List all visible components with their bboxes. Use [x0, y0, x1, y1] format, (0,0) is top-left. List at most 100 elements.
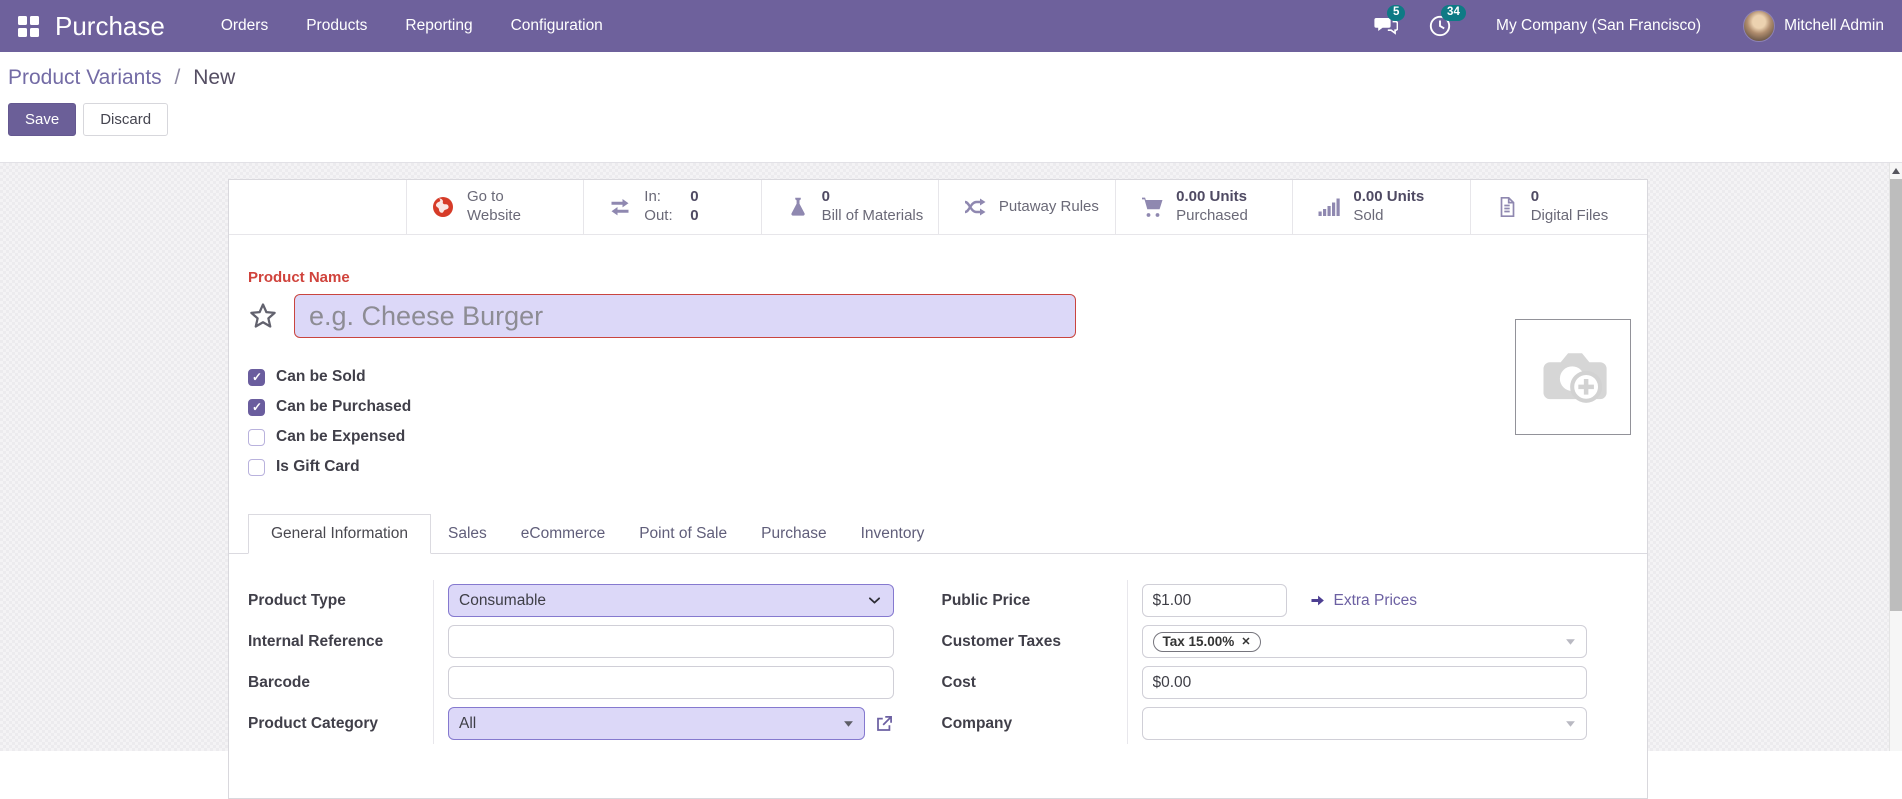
- tab-ecommerce[interactable]: eCommerce: [504, 515, 622, 553]
- bom-count: 0: [821, 188, 830, 206]
- breadcrumb-separator: /: [174, 66, 181, 89]
- menu-products[interactable]: Products: [292, 8, 381, 44]
- is-gift-card-label: Is Gift Card: [276, 458, 360, 475]
- purchased-value: 0.00 Units: [1176, 188, 1247, 206]
- can-be-sold-label: Can be Sold: [276, 368, 366, 385]
- units-purchased-button[interactable]: 0.00 Units Purchased: [1115, 180, 1292, 234]
- app-name[interactable]: Purchase: [55, 11, 165, 42]
- statbar-spacer: [229, 180, 406, 234]
- menu-configuration[interactable]: Configuration: [497, 8, 617, 44]
- flask-icon: [786, 195, 810, 219]
- cost-input[interactable]: [1141, 666, 1587, 699]
- putaway-label: Putaway Rules: [998, 197, 1099, 215]
- save-button[interactable]: Save: [8, 103, 77, 136]
- product-category-label: Product Category: [248, 703, 434, 744]
- cart-icon: [1140, 195, 1164, 219]
- out-label: Out:: [644, 207, 673, 224]
- breadcrumb: Product Variants / New: [8, 66, 1894, 90]
- form-sheet: Go to Website In: 0 Out: 0 0 Bill of Mat…: [228, 179, 1648, 799]
- can-be-purchased-checkbox[interactable]: [248, 398, 265, 416]
- bom-label: Bill of Materials: [821, 207, 924, 224]
- tab-point-of-sale[interactable]: Point of Sale: [622, 515, 744, 553]
- barcode-input[interactable]: [448, 666, 894, 699]
- in-value: 0: [690, 188, 699, 206]
- purchased-label: Purchased: [1176, 207, 1248, 224]
- can-be-purchased-row: Can be Purchased: [248, 392, 1647, 422]
- can-be-expensed-row: Can be Expensed: [248, 422, 1647, 452]
- apps-grid-icon[interactable]: [18, 15, 39, 37]
- form-group-right: Public Price Extra Prices Customer Taxes: [942, 580, 1587, 744]
- in-label: In:: [644, 188, 661, 206]
- caret-down-icon: [843, 718, 854, 729]
- arrow-right-icon: [1309, 592, 1326, 609]
- company-switcher[interactable]: My Company (San Francisco): [1496, 17, 1701, 35]
- internal-reference-input[interactable]: [448, 625, 894, 658]
- caret-down-icon: [1565, 636, 1576, 647]
- tab-purchase[interactable]: Purchase: [744, 515, 843, 553]
- product-name-label: Product Name: [248, 269, 350, 286]
- general-information-panel: Product Type Consumable Internal Referen…: [229, 554, 1647, 774]
- customer-taxes-field[interactable]: Tax 15.00% ✕: [1141, 625, 1587, 658]
- product-image-upload[interactable]: [1515, 319, 1631, 435]
- product-category-select[interactable]: All: [448, 707, 865, 740]
- chevron-down-icon: [866, 592, 883, 609]
- camera-plus-icon: [1532, 336, 1614, 418]
- product-flags: Can be Sold Can be Purchased Can be Expe…: [248, 362, 1647, 482]
- vertical-scrollbar[interactable]: [1889, 163, 1902, 751]
- product-type-select[interactable]: Consumable: [448, 584, 894, 617]
- menu-reporting[interactable]: Reporting: [391, 8, 486, 44]
- units-sold-button[interactable]: 0.00 Units Sold: [1292, 180, 1469, 234]
- public-price-input[interactable]: [1141, 584, 1287, 617]
- product-name-input[interactable]: [294, 294, 1076, 338]
- extra-prices-link[interactable]: Extra Prices: [1309, 591, 1418, 610]
- extra-prices-text: Extra Prices: [1333, 591, 1418, 609]
- shuffle-icon: [963, 195, 987, 219]
- favorite-star-icon[interactable]: [248, 301, 278, 331]
- messages-button[interactable]: 5: [1374, 5, 1406, 38]
- can-be-expensed-checkbox[interactable]: [248, 428, 265, 446]
- can-be-sold-row: Can be Sold: [248, 362, 1647, 392]
- go-to-website-button[interactable]: Go to Website: [406, 180, 583, 234]
- scrollbar-thumb[interactable]: [1890, 179, 1902, 611]
- avatar: [1743, 10, 1776, 42]
- go-to-website-line1: Go to: [467, 188, 504, 206]
- digital-files-count: 0: [1530, 188, 1540, 206]
- bill-of-materials-button[interactable]: 0 Bill of Materials: [760, 180, 938, 234]
- scrollbar-up-arrow[interactable]: [1890, 163, 1902, 178]
- can-be-sold-checkbox[interactable]: [248, 368, 265, 386]
- nav-menu: Orders Products Reporting Configuration: [207, 8, 617, 44]
- company-select[interactable]: [1141, 707, 1587, 740]
- digital-files-button[interactable]: 0 Digital Files: [1469, 180, 1647, 234]
- transfer-arrows-icon: [608, 195, 632, 219]
- barcode-label: Barcode: [248, 662, 434, 703]
- product-type-value: Consumable: [459, 591, 547, 609]
- cost-label: Cost: [942, 662, 1128, 703]
- content-background: Go to Website In: 0 Out: 0 0 Bill of Mat…: [0, 163, 1902, 799]
- breadcrumb-product-variants[interactable]: Product Variants: [8, 66, 162, 89]
- product-type-label: Product Type: [248, 580, 434, 621]
- can-be-expensed-label: Can be Expensed: [276, 428, 406, 445]
- control-panel: Product Variants / New Save Discard: [0, 52, 1902, 163]
- tab-general-information[interactable]: General Information: [248, 514, 431, 554]
- discard-button[interactable]: Discard: [83, 103, 169, 136]
- go-to-website-line2: Website: [467, 207, 521, 224]
- tax-tag-remove-icon[interactable]: ✕: [1241, 635, 1250, 648]
- user-name: Mitchell Admin: [1784, 17, 1884, 34]
- tab-sales[interactable]: Sales: [431, 515, 504, 553]
- external-link-icon[interactable]: [874, 714, 894, 734]
- top-navbar: Purchase Orders Products Reporting Confi…: [0, 0, 1902, 52]
- menu-orders[interactable]: Orders: [207, 8, 282, 44]
- putaway-rules-button[interactable]: Putaway Rules: [937, 180, 1115, 234]
- company-label: Company: [942, 703, 1128, 744]
- notebook-tabs: General Information Sales eCommerce Poin…: [229, 514, 1647, 554]
- digital-files-label: Digital Files: [1530, 207, 1609, 224]
- is-gift-card-checkbox[interactable]: [248, 458, 265, 476]
- caret-down-icon: [1565, 718, 1576, 729]
- activities-button[interactable]: 34: [1428, 5, 1466, 38]
- tax-tag-label: Tax 15.00%: [1162, 634, 1235, 649]
- user-menu[interactable]: Mitchell Admin: [1743, 10, 1884, 42]
- internal-reference-label: Internal Reference: [248, 621, 434, 662]
- tab-inventory[interactable]: Inventory: [844, 515, 942, 553]
- in-out-button[interactable]: In: 0 Out: 0: [583, 180, 760, 234]
- bar-chart-icon: [1317, 195, 1341, 219]
